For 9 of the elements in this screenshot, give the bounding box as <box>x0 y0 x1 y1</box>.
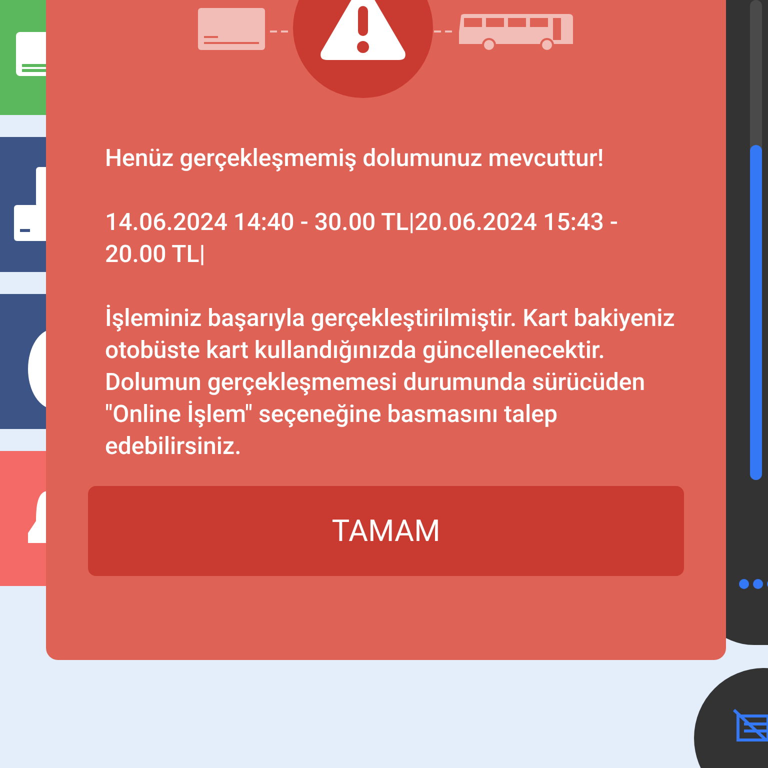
warning-icon <box>293 0 433 98</box>
message-text: 14.06.2024 14:40 - 30.00 TL|20.06.2024 15:43 - 20.00 TL| <box>105 207 620 270</box>
bus-icon <box>459 12 573 52</box>
ok-button[interactable]: TAMAM <box>88 486 684 576</box>
message-text: Henüz gerçekleşmemiş dolumunuz mevcuttur! <box>105 143 605 174</box>
list-icon <box>732 708 768 742</box>
card-icon <box>198 8 265 50</box>
dots-icon <box>738 578 768 590</box>
message-text: İşleminiz başarıyla gerçekleştirilmiştir. Kart bakiyeniz otobüste kart kullandığınızda güncellenecektir. Dolumun gerçekleşmemesi durumunda sürücüden "Online İşlem" seçeneğine basmasını talep edebilirsiniz. <box>105 303 675 462</box>
